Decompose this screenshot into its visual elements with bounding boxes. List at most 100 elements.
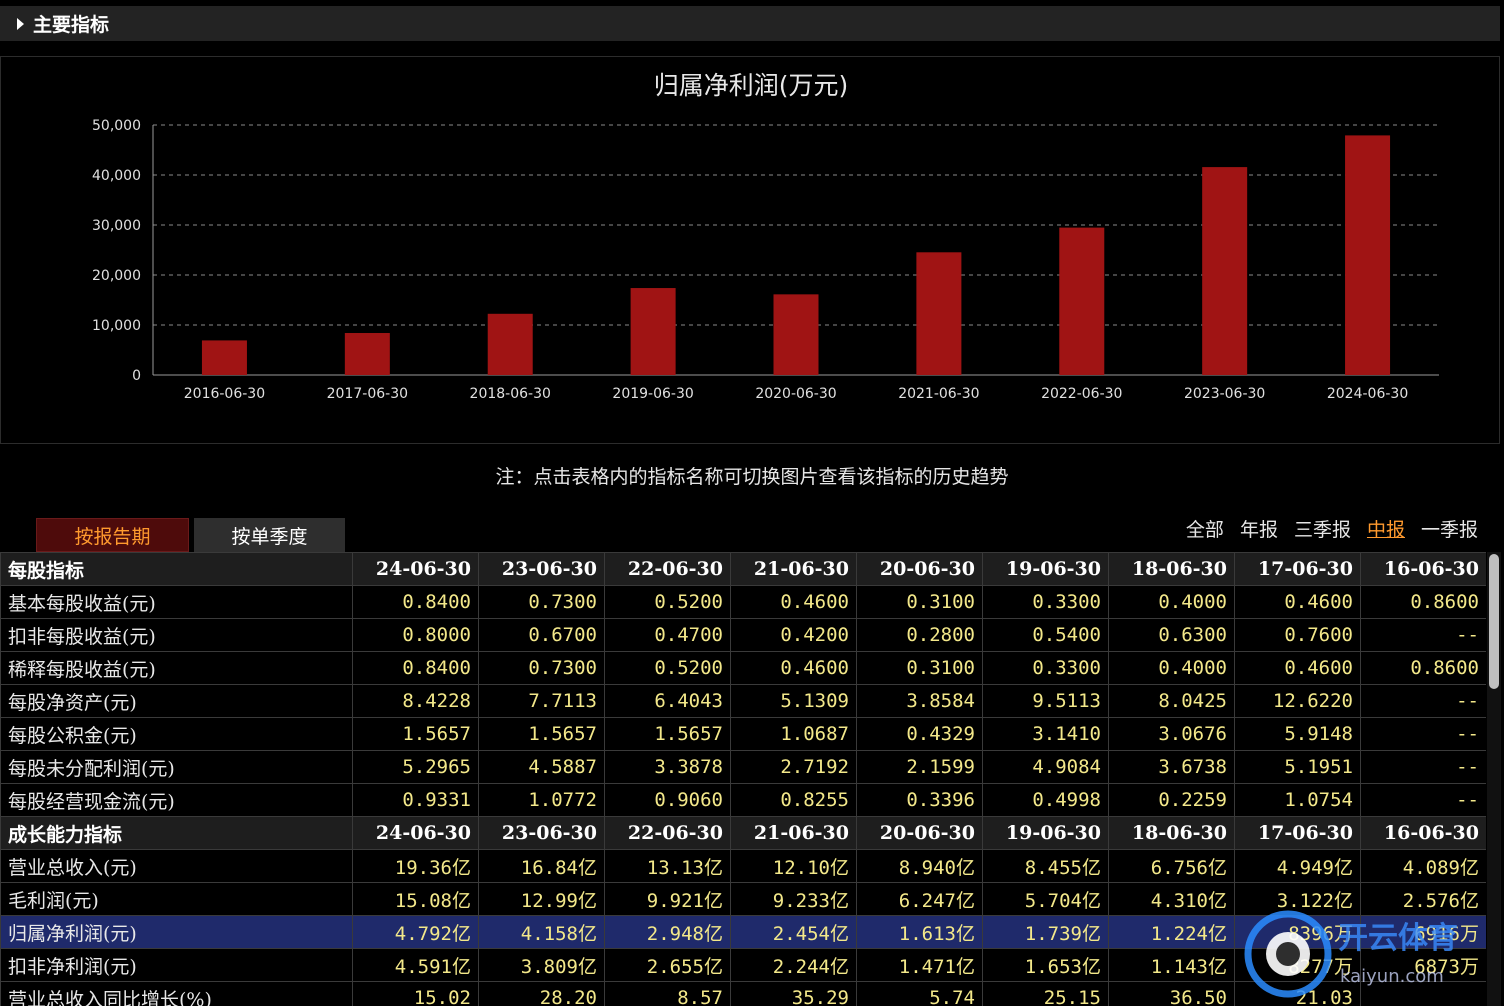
indicator-value: 2.7192: [730, 750, 857, 784]
report-type-filters: 全部 年报 三季报 中报 一季报: [1186, 515, 1478, 542]
y-tick-label: 20,000: [92, 268, 141, 284]
table-row[interactable]: 扣非净利润(元) 4.591亿 3.809亿 2.655亿 2.244亿 1.471亿 1.…: [0, 948, 1486, 982]
bar-2016-06-30[interactable]: [201, 340, 247, 375]
indicator-name[interactable]: 扣非净利润(元): [0, 948, 353, 982]
indicator-value: 5.74: [856, 981, 983, 1006]
group-label: 每股指标: [0, 552, 353, 586]
scrollbar-thumb[interactable]: [1489, 554, 1499, 689]
bar-2020-06-30[interactable]: [773, 294, 819, 375]
indicator-value: 6.756亿: [1108, 849, 1235, 883]
collapse-triangle-icon[interactable]: [17, 17, 24, 30]
indicator-name[interactable]: 稀释每股收益(元): [0, 651, 353, 685]
indicator-value: 4.5887: [478, 750, 605, 784]
section-header[interactable]: 主要指标: [0, 6, 1500, 41]
indicator-value: 2.948亿: [604, 915, 731, 949]
indicator-value: 0.4998: [982, 783, 1109, 817]
indicator-value: 1.5657: [352, 717, 479, 751]
x-tick-label: 2023-06-30: [1184, 386, 1265, 402]
indicator-value: 1.0772: [478, 783, 605, 817]
indicator-value: 3.8584: [856, 684, 983, 718]
table-row[interactable]: 稀释每股收益(元) 0.8400 0.7300 0.5200 0.4600 0.3100 0…: [0, 651, 1486, 685]
period-header: 16-06-30: [1360, 552, 1486, 586]
indicator-value: 0.8400: [352, 651, 479, 685]
table-row[interactable]: 每股净资产(元) 8.4228 7.7113 6.4043 5.1309 3.8584 9.…: [0, 684, 1486, 718]
indicator-name[interactable]: 营业总收入同比增长(%): [0, 981, 353, 1006]
tab-by-single-quarter[interactable]: 按单季度: [194, 518, 345, 552]
bar-2019-06-30[interactable]: [630, 288, 676, 375]
indicator-value: 19.36亿: [352, 849, 479, 883]
chart-note: 注：点击表格内的指标名称可切换图片查看该指标的历史趋势: [495, 466, 1009, 488]
filter-annual[interactable]: 年报: [1240, 515, 1278, 542]
indicator-value: 8.4228: [352, 684, 479, 718]
indicator-value: 8277万: [1234, 948, 1361, 982]
bar-2024-06-30[interactable]: [1345, 135, 1391, 375]
indicator-value: --: [1360, 750, 1486, 784]
indicator-value: 6873万: [1360, 948, 1486, 982]
vertical-scrollbar[interactable]: [1487, 552, 1501, 1006]
indicator-value: 0.2259: [1108, 783, 1235, 817]
table-row[interactable]: 毛利润(元) 15.08亿 12.99亿 9.921亿 9.233亿 6.247亿 5.70…: [0, 882, 1486, 916]
x-tick-label: 2016-06-30: [184, 386, 265, 402]
indicator-value: 0.9331: [352, 783, 479, 817]
table-row[interactable]: 每股经营现金流(元) 0.9331 1.0772 0.9060 0.8255 0.3396…: [0, 783, 1486, 817]
table-row[interactable]: 归属净利润(元) 4.792亿 4.158亿 2.948亿 2.454亿 1.613亿 1.…: [0, 915, 1486, 949]
indicator-name[interactable]: 基本每股收益(元): [0, 585, 353, 619]
indicator-value: 1.5657: [604, 717, 731, 751]
period-header: 16-06-30: [1360, 816, 1486, 850]
indicator-name[interactable]: 每股净资产(元): [0, 684, 353, 718]
indicator-value: 3.809亿: [478, 948, 605, 982]
indicator-name[interactable]: 每股经营现金流(元): [0, 783, 353, 817]
indicator-name[interactable]: 营业总收入(元): [0, 849, 353, 883]
bar-2017-06-30[interactable]: [344, 333, 390, 375]
table-group-header-row: 成长能力指标 24-06-30 23-06-30 22-06-30 21-06-30 20…: [0, 816, 1486, 850]
x-tick-label: 2021-06-30: [898, 386, 979, 402]
chart-title: 归属净利润(万元): [654, 71, 849, 100]
table-row[interactable]: 营业总收入(元) 19.36亿 16.84亿 13.13亿 12.10亿 8.940亿 8.…: [0, 849, 1486, 883]
indicator-name[interactable]: 每股公积金(元): [0, 717, 353, 751]
section-title: 主要指标: [33, 14, 110, 36]
table-row[interactable]: 扣非每股收益(元) 0.8000 0.6700 0.4700 0.4200 0.2800 0…: [0, 618, 1486, 652]
table-group-header-row: 每股指标 24-06-30 23-06-30 22-06-30 21-06-30 20-0…: [0, 552, 1486, 586]
indicator-value: 2.244亿: [730, 948, 857, 982]
period-header: 23-06-30: [478, 552, 605, 586]
indicator-value: 0.5400: [982, 618, 1109, 652]
bar-2022-06-30[interactable]: [1059, 227, 1105, 375]
bar-2023-06-30[interactable]: [1202, 167, 1248, 375]
indicator-name[interactable]: 归属净利润(元): [0, 915, 353, 949]
bar-2018-06-30[interactable]: [487, 313, 533, 375]
bar-2021-06-30[interactable]: [916, 252, 962, 375]
indicator-value: --: [1360, 618, 1486, 652]
indicator-value: 35.29: [730, 981, 857, 1006]
tab-by-report-period[interactable]: 按报告期: [36, 518, 189, 552]
indicator-value: 0.3100: [856, 651, 983, 685]
indicator-value: 7.7113: [478, 684, 605, 718]
period-header: 17-06-30: [1234, 552, 1361, 586]
period-header: 19-06-30: [982, 552, 1109, 586]
indicator-value: 6.247亿: [856, 882, 983, 916]
indicator-value: 1.739亿: [982, 915, 1109, 949]
indicator-name[interactable]: 毛利润(元): [0, 882, 353, 916]
indicator-name[interactable]: 每股未分配利润(元): [0, 750, 353, 784]
indicator-name[interactable]: 扣非每股收益(元): [0, 618, 353, 652]
filter-q3[interactable]: 三季报: [1294, 515, 1351, 542]
indicator-value: 8.940亿: [856, 849, 983, 883]
filter-all[interactable]: 全部: [1186, 515, 1224, 542]
chart-panel: 归属净利润(万元) 2016-06-30 2017-06-30 2018-06-30…: [0, 56, 1500, 444]
indicator-value: 0.5200: [604, 585, 731, 619]
indicator-value: 4.158亿: [478, 915, 605, 949]
table-row[interactable]: 每股未分配利润(元) 5.2965 4.5887 3.3878 2.7192 2.1599…: [0, 750, 1486, 784]
period-header: 21-06-30: [730, 816, 857, 850]
indicator-value: 0.4200: [730, 618, 857, 652]
table-row[interactable]: 每股公积金(元) 1.5657 1.5657 1.5657 1.0687 0.4329 3.…: [0, 717, 1486, 751]
indicator-value: 4.310亿: [1108, 882, 1235, 916]
x-tick-label: 2022-06-30: [1041, 386, 1122, 402]
indicator-value: 5.1309: [730, 684, 857, 718]
filter-half-year[interactable]: 中报: [1367, 515, 1405, 542]
indicator-value: 12.99亿: [478, 882, 605, 916]
filter-q1[interactable]: 一季报: [1421, 515, 1478, 542]
table-row[interactable]: 营业总收入同比增长(%) 15.02 28.20 8.57 35.29 5.74 25.15…: [0, 981, 1486, 1006]
chart-bars: [201, 135, 1391, 375]
indicator-value: 0.4600: [1234, 651, 1361, 685]
table-row[interactable]: 基本每股收益(元) 0.8400 0.7300 0.5200 0.4600 0.3100 0…: [0, 585, 1486, 619]
period-header: 24-06-30: [352, 816, 479, 850]
